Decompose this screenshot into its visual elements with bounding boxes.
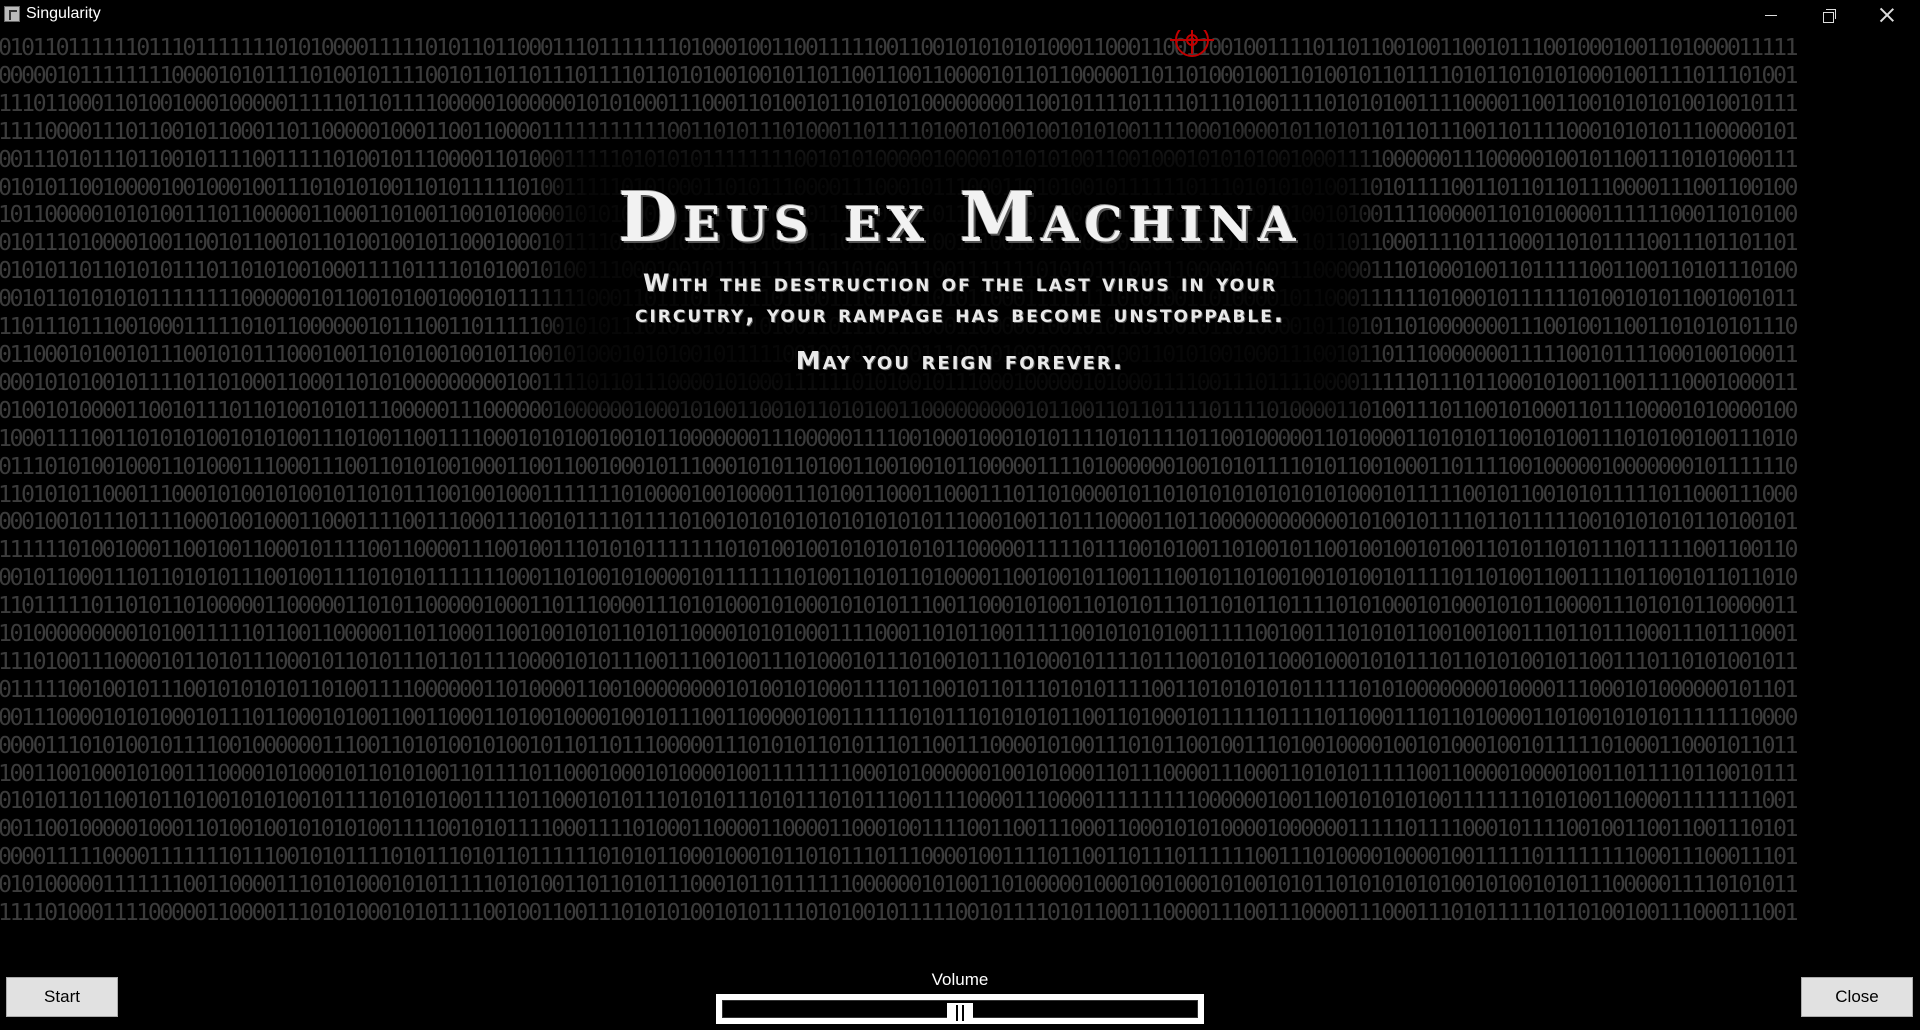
binary-code-text: 0101101111110111011111110101000011111010… — [0, 34, 1799, 927]
minimize-icon — [1765, 14, 1777, 16]
start-button[interactable]: Start — [6, 977, 118, 1017]
window-title: Singularity — [26, 5, 101, 22]
title-bar[interactable]: Singularity — [0, 0, 1920, 30]
crosshair-icon — [1170, 30, 1214, 57]
app-icon — [4, 6, 20, 22]
victory-message: With the destruction of the last virus i… — [560, 268, 1360, 330]
victory-message-line-1: With the destruction of the last virus i… — [643, 269, 1277, 297]
volume-label: Volume — [931, 970, 989, 989]
volume-slider-thumb[interactable] — [947, 1003, 973, 1023]
farewell-text: May you reign forever. — [795, 346, 1125, 375]
maximize-button[interactable] — [1800, 0, 1858, 30]
close-button[interactable]: Close — [1801, 977, 1913, 1017]
volume-slider[interactable] — [716, 994, 1204, 1024]
window-close-button[interactable] — [1858, 0, 1916, 30]
game-window: Singularity 0101101111110111011111110101… — [0, 0, 1920, 1030]
maximize-icon — [1823, 9, 1836, 23]
victory-headline: Deus ex Machina — [618, 178, 1302, 258]
minimize-button[interactable] — [1742, 0, 1800, 30]
close-icon — [1880, 8, 1894, 22]
volume-slider-track — [722, 1000, 1198, 1023]
victory-message-line-2: circutry, your rampage has become unstop… — [635, 300, 1285, 328]
binary-background: 0101101111110111011111110101000011111010… — [0, 30, 1920, 950]
